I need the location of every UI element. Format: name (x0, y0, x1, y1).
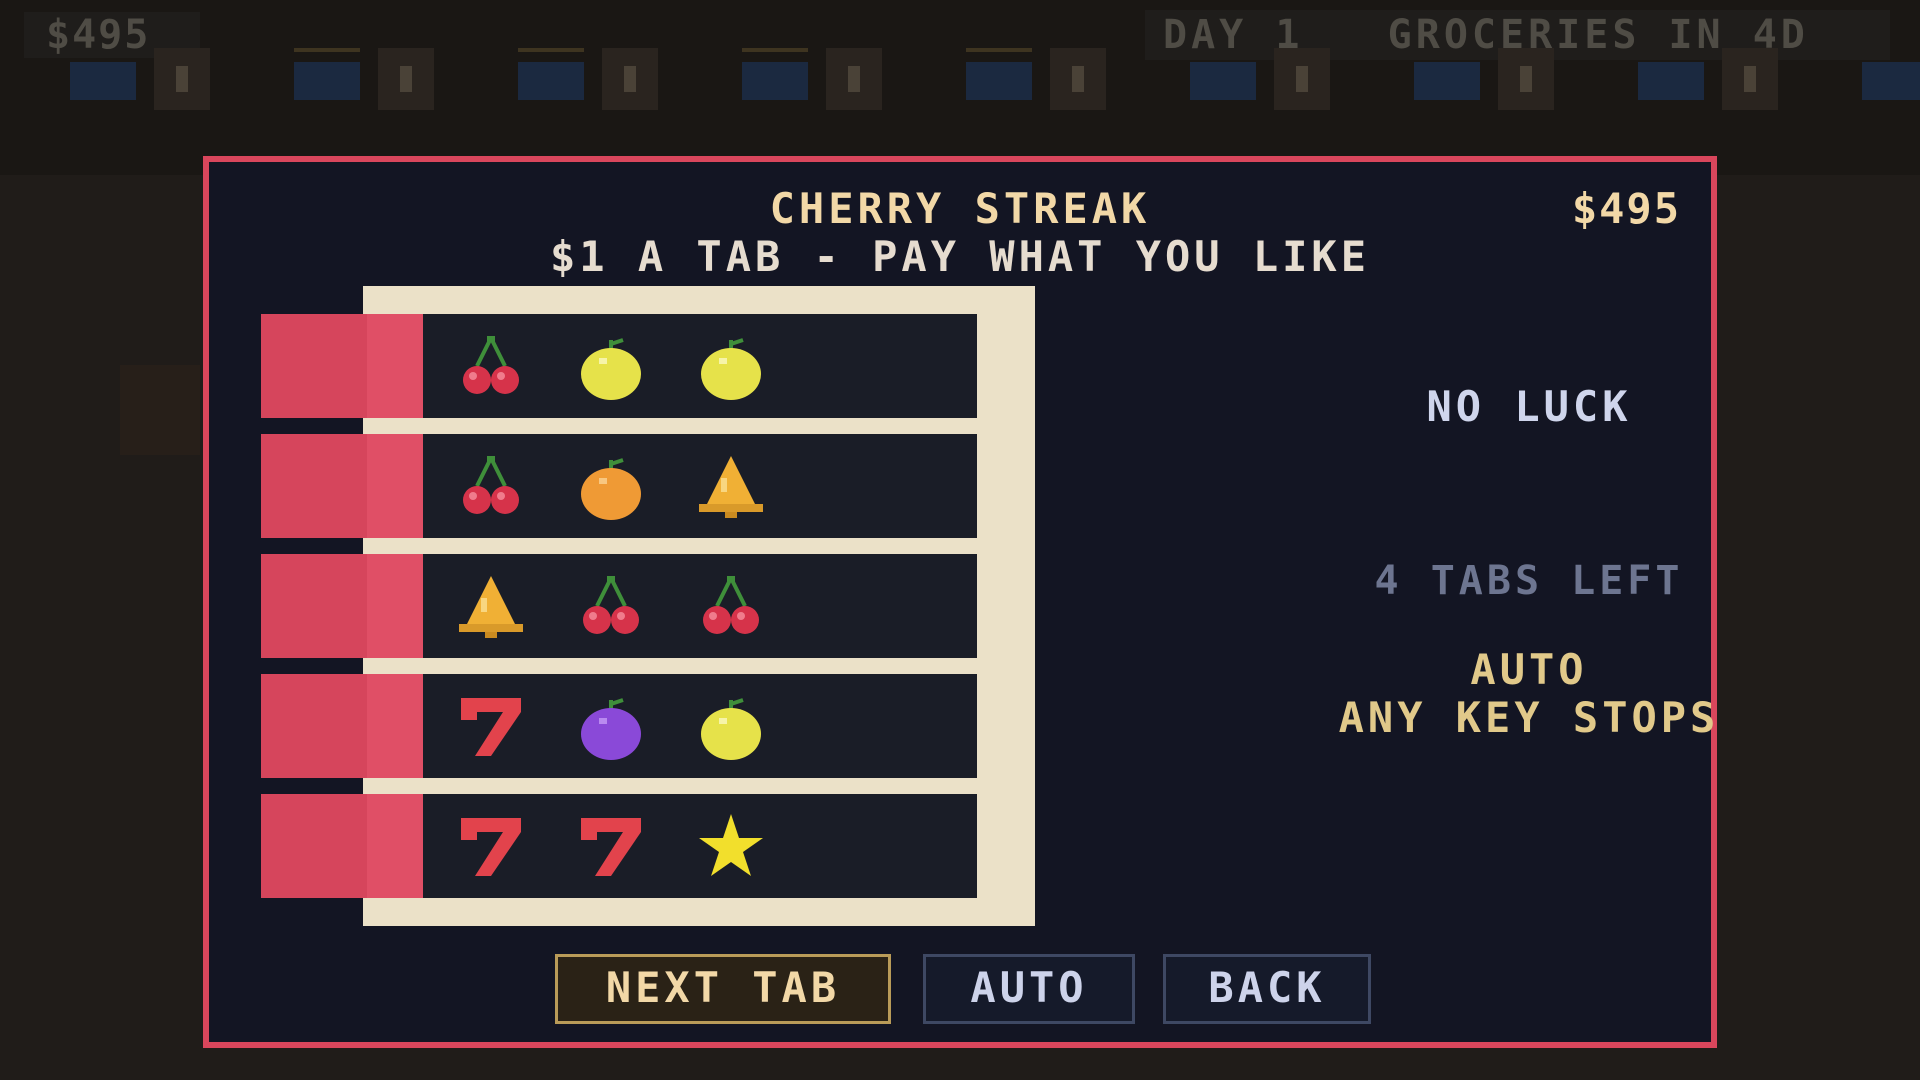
auto-button[interactable]: AUTO (923, 954, 1135, 1024)
tab-row[interactable] (261, 314, 977, 418)
cherry-icon (575, 570, 647, 642)
background-slot (1190, 48, 1336, 110)
plum-icon (575, 690, 647, 762)
orange-icon (575, 450, 647, 522)
tab-grip[interactable] (261, 554, 423, 658)
background-slot (1414, 48, 1560, 110)
lemon-icon (575, 330, 647, 402)
auto-hint: ANY KEY STOPS (1338, 693, 1720, 742)
back-button[interactable]: BACK (1163, 954, 1371, 1024)
tabs-left-counter: 4 TABS LEFT (1374, 558, 1684, 604)
background-slot (742, 48, 888, 110)
scratch-tab-dialog: CHERRY STREAK $495 $1 A TAB - PAY WHAT Y… (203, 156, 1717, 1048)
background-slot (1638, 48, 1784, 110)
auto-status: AUTO ANY KEY STOPS (1219, 646, 1839, 742)
tab-row[interactable] (261, 794, 977, 898)
tab-row[interactable] (261, 554, 977, 658)
tab-row[interactable] (261, 434, 977, 538)
seven-icon (455, 690, 527, 762)
price-line: $1 A TAB - PAY WHAT YOU LIKE (549, 232, 1370, 281)
lemon-icon (695, 330, 767, 402)
cherry-icon (455, 450, 527, 522)
tab-grip[interactable] (261, 434, 423, 538)
next-tab-button[interactable]: NEXT TAB (555, 954, 891, 1024)
background-slot (518, 48, 664, 110)
lemon-icon (695, 690, 767, 762)
seven-icon (455, 810, 527, 882)
money-display: $495 (1571, 184, 1681, 233)
tab-row[interactable] (261, 674, 977, 778)
tab-grip[interactable] (261, 314, 423, 418)
background-slot (1862, 48, 1920, 110)
cherry-icon (455, 330, 527, 402)
tab-machine (261, 286, 1035, 926)
auto-label: AUTO (1470, 645, 1588, 694)
background-slot (966, 48, 1112, 110)
cherry-icon (695, 570, 767, 642)
result-text: NO LUCK (1426, 382, 1632, 431)
game-title: CHERRY STREAK (769, 184, 1151, 233)
background-object (120, 365, 200, 455)
star-icon (695, 810, 767, 882)
bell-icon (695, 450, 767, 522)
background-slot (70, 48, 216, 110)
background-slot (294, 48, 440, 110)
bell-icon (455, 570, 527, 642)
seven-icon (575, 810, 647, 882)
tab-grip[interactable] (261, 674, 423, 778)
tab-grip[interactable] (261, 794, 423, 898)
